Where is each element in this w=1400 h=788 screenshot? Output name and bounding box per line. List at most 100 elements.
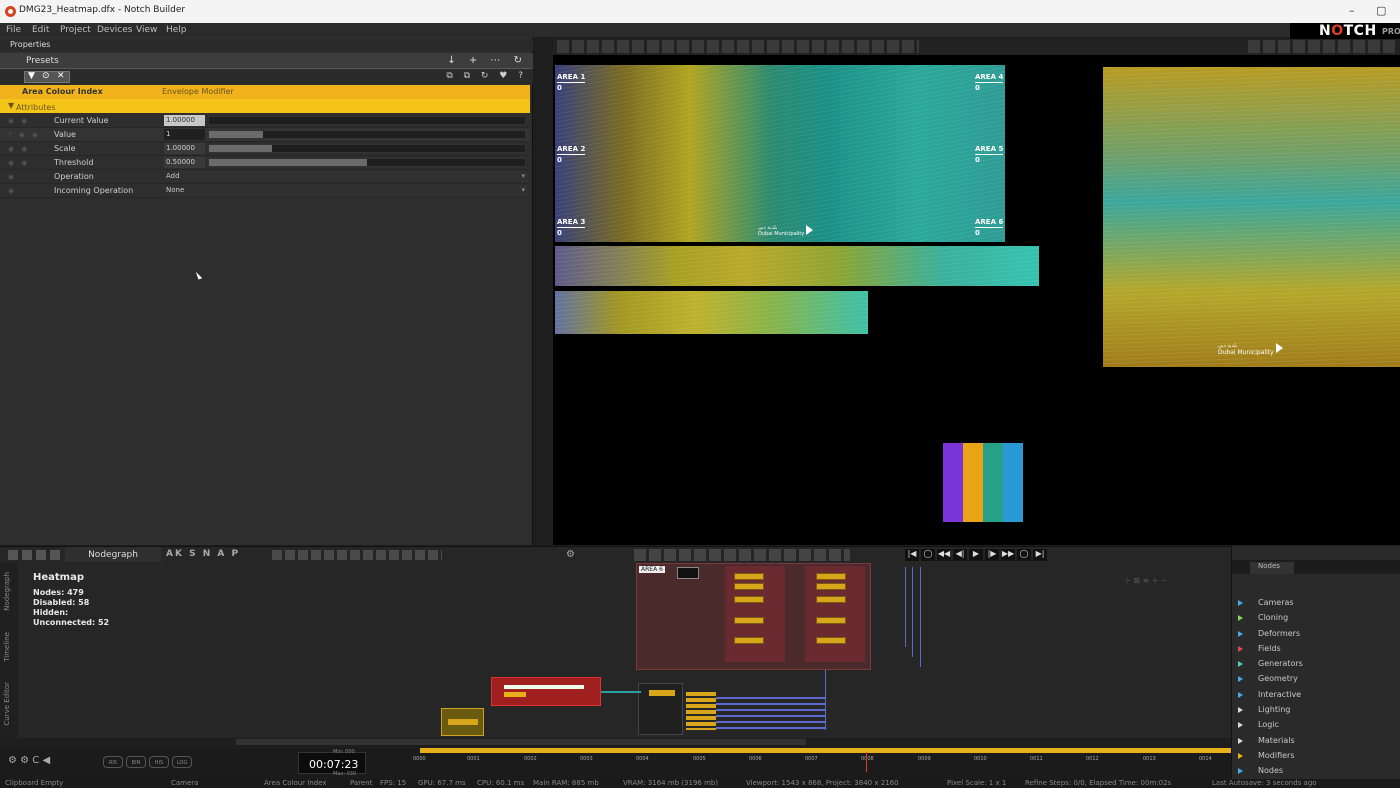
menu-view[interactable]: View [136,25,157,35]
area-label: AREA 20 [557,145,586,164]
property-slider[interactable] [208,130,526,139]
menu-devices[interactable]: Devices [97,25,132,35]
tick-label: 0012 [1086,756,1099,762]
presets-bar[interactable]: Presets ↓ + ⋯ ↻ [0,53,533,69]
snap-toggles[interactable]: AK S N A P [166,549,240,559]
menu-edit[interactable]: Edit [32,25,49,35]
timeline-ticks: 0000 0001 0002 0003 0004 0005 0006 0007 … [413,756,1231,774]
node-subgroup [805,566,865,662]
tab-nodes[interactable]: Nodes [1250,562,1294,574]
viewport-camera-icons[interactable] [1248,40,1398,53]
category-cameras[interactable]: Cameras [1238,598,1303,613]
slider-fill [209,145,273,152]
tick-label: 0009 [918,756,931,762]
yellow-node[interactable] [734,573,764,580]
chevron-right-icon [1238,600,1243,606]
ris-button[interactable]: RIS [103,756,123,768]
maximize-button[interactable]: ▢ [1376,4,1386,17]
target-icon[interactable]: ⊙ [42,71,50,81]
play-button[interactable]: ▶ [969,549,983,561]
timeline-tool-icons[interactable]: ⚙ ⚙ C ◀ [8,755,50,766]
category-materials[interactable]: Materials [1238,736,1303,751]
chevron-down-icon: ▾ [521,172,525,180]
go-end-button[interactable]: ▶| [1033,549,1047,561]
render-mode-icons[interactable] [634,549,850,561]
go-start-button[interactable]: |◀ [905,549,919,561]
category-geometry[interactable]: Geometry [1238,674,1303,689]
tick-label: 0006 [749,756,762,762]
property-slider[interactable] [208,144,526,153]
yellow-node[interactable] [734,637,764,644]
property-value-field[interactable]: 1.00000 [164,143,205,154]
property-row-threshold: ◉◉ Threshold 0.50000 [0,156,530,170]
his-button[interactable]: HIS [149,756,169,768]
viewport-tool-icons[interactable] [557,40,919,53]
category-modifiers[interactable]: Modifiers [1238,751,1303,766]
yellow-node[interactable] [734,596,764,603]
operation-dropdown[interactable]: Add ▾ [164,171,528,182]
property-slider[interactable] [208,116,526,125]
loop-button[interactable]: ◯ [921,549,935,561]
incoming-operation-dropdown[interactable]: None ▾ [164,185,528,196]
side-tab-curve-editor[interactable]: Curve Editor [3,682,11,726]
yellow-node[interactable] [816,583,846,590]
step-back-button[interactable]: ◀| [953,549,967,561]
category-fields[interactable]: Fields [1238,644,1303,659]
slider-fill [209,131,263,138]
property-filter-buttons[interactable]: ▼ ⊙ ✕ [24,71,70,83]
yellow-node[interactable] [816,596,846,603]
category-deformers[interactable]: Deformers [1238,629,1303,644]
viewport-toolbar [553,39,1400,55]
dark-node-group[interactable] [638,683,683,735]
category-logic[interactable]: Logic [1238,720,1303,735]
yellow-node[interactable] [816,637,846,644]
layout-buttons[interactable] [8,550,64,560]
yellow-node[interactable] [734,583,764,590]
row-state-icons: ◉◉ [8,145,35,153]
step-forward-button[interactable]: |▶ [985,549,999,561]
nodegraph-canvas[interactable] [0,562,1231,738]
property-value-field[interactable]: 1 [164,129,205,140]
status-autosave: Last Autosave: 3 seconds ago [1212,779,1317,787]
attributes-group-header[interactable]: ▼ Attributes [0,99,530,113]
nodegraph-tool-icons[interactable] [272,550,442,560]
timeline-active-range[interactable] [420,748,1231,753]
connection-line [716,721,826,723]
yellow-node[interactable] [816,617,846,624]
current-time-display[interactable]: Min: 000 00:07:23 Max: 030 [298,749,366,777]
selected-node-header[interactable]: Area Colour Index Envelope Modifier [0,85,530,99]
yellow-node-stack[interactable] [686,692,716,730]
property-slider[interactable] [208,158,526,167]
rewind-button[interactable]: ◀◀ [937,549,951,561]
gear-icon[interactable]: ⚙ [566,549,575,560]
category-generators[interactable]: Generators [1238,659,1303,674]
properties-actions[interactable]: ⧉ ⧉ ↻ ♥ ? [446,71,527,81]
property-value-field[interactable]: 1.00000 [164,115,205,126]
category-cloning[interactable]: Cloning [1238,613,1303,628]
category-interactive[interactable]: Interactive [1238,690,1303,705]
fast-forward-button[interactable]: ▶▶ [1001,549,1015,561]
tab-nodegraph[interactable]: Nodegraph [65,547,161,563]
menu-help[interactable]: Help [166,25,187,35]
close-icon[interactable]: ✕ [57,71,65,81]
presets-buttons[interactable]: ↓ + ⋯ ↻ [447,55,527,66]
menu-project[interactable]: Project [60,25,91,35]
yellow-node[interactable] [816,573,846,580]
red-node-group[interactable] [491,677,601,706]
yellow-node[interactable] [734,617,764,624]
yellow-node-group[interactable] [441,708,484,736]
property-value-field[interactable]: 0.50000 [164,157,205,168]
menu-file[interactable]: File [6,25,21,35]
side-tab-nodegraph[interactable]: Nodegraph [3,572,11,611]
side-tab-timeline[interactable]: Timeline [3,632,11,662]
timeline-playhead[interactable] [866,752,867,772]
category-lighting[interactable]: Lighting [1238,705,1303,720]
bin-button[interactable]: BIN [126,756,146,768]
nodegraph-scrollbar[interactable] [236,739,806,745]
record-button[interactable]: ◯ [1017,549,1031,561]
filter-icon[interactable]: ▼ [28,71,35,81]
log-button[interactable]: LOG [172,756,192,768]
input-node[interactable] [677,567,699,579]
chevron-right-icon [1238,661,1243,668]
minimize-button[interactable]: – [1349,4,1355,17]
